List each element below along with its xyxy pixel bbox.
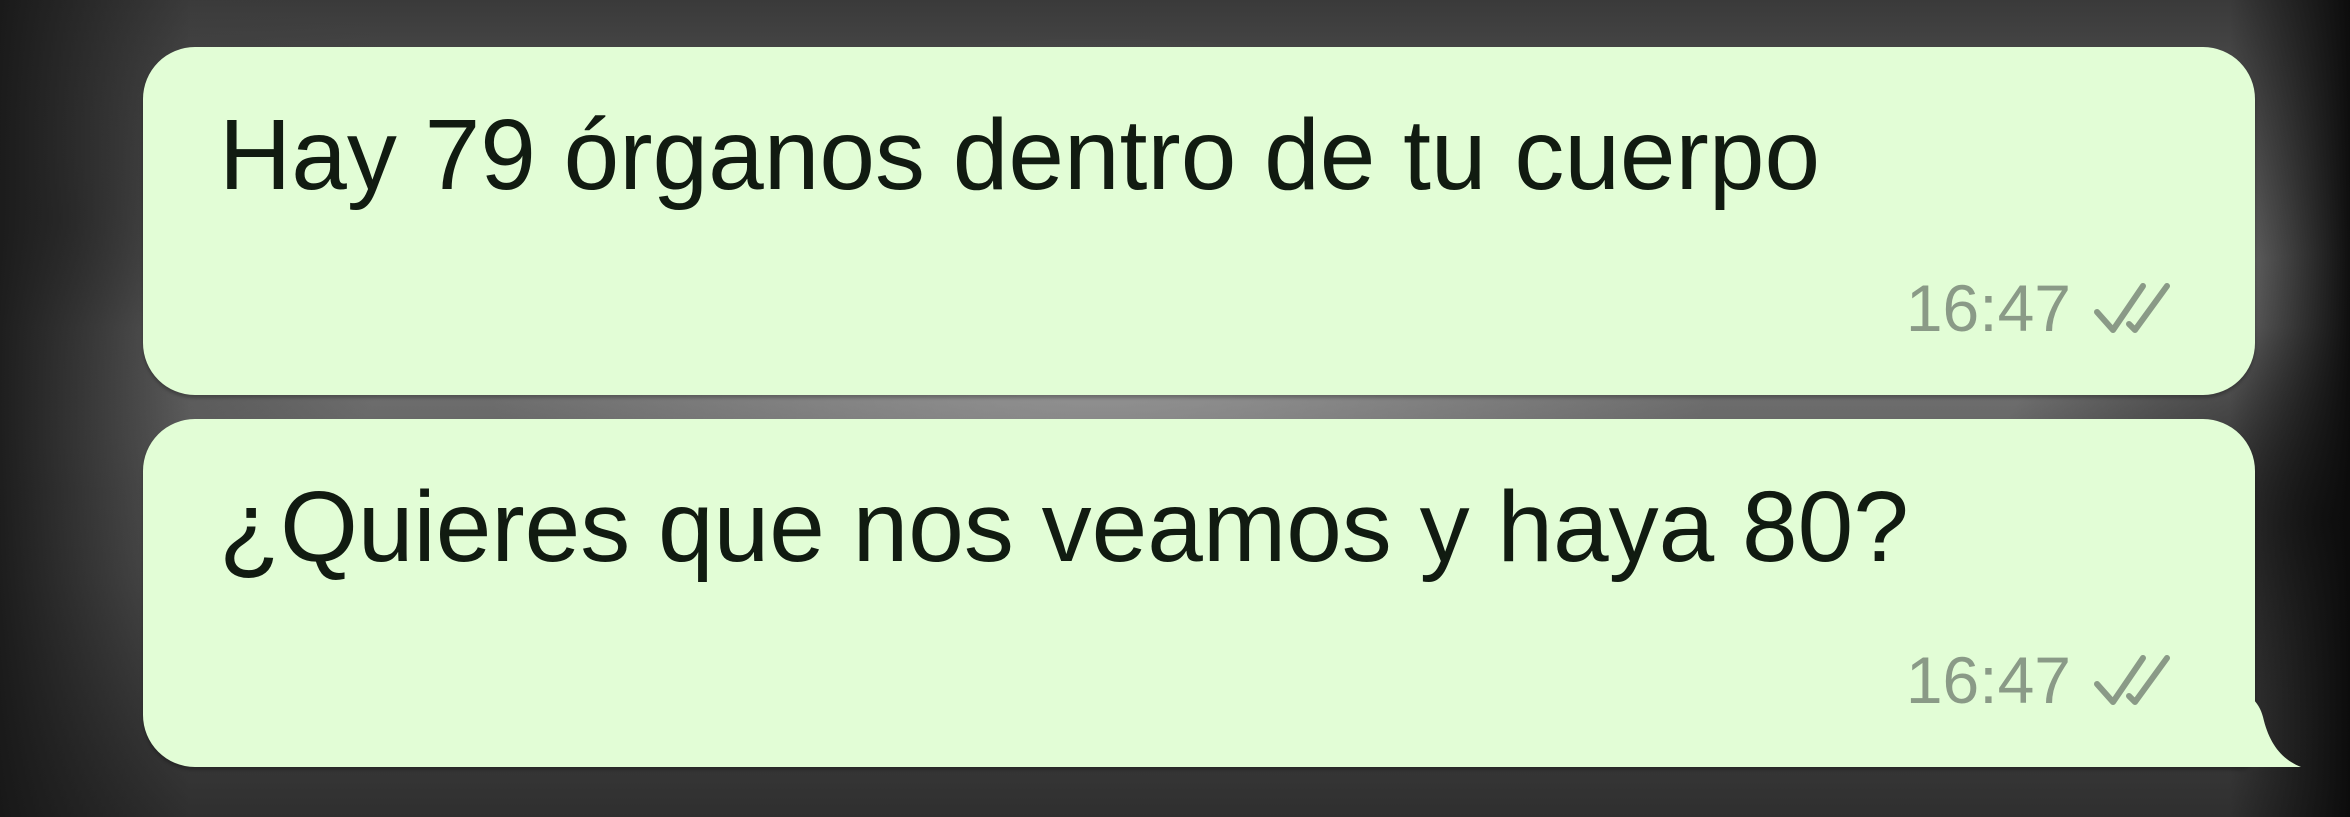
message-time: 16:47 — [1905, 271, 2071, 345]
message-meta: 16:47 — [1906, 275, 2177, 341]
double-check-icon — [2091, 278, 2177, 338]
outgoing-message-bubble[interactable]: ¿Quieres que nos veamos y haya 80? 16:47 — [143, 419, 2301, 767]
message-meta: 16:47 — [1906, 647, 2177, 713]
double-check-icon — [2091, 650, 2177, 710]
bubble-tail — [2229, 687, 2309, 767]
message-time: 16:47 — [1905, 643, 2071, 717]
message-text: ¿Quieres que nos veamos y haya 80? — [219, 471, 1909, 583]
outgoing-message-bubble[interactable]: Hay 79 órganos dentro de tu cuerpo 16:47 — [143, 47, 2255, 395]
message-text: Hay 79 órganos dentro de tu cuerpo — [219, 99, 1821, 211]
